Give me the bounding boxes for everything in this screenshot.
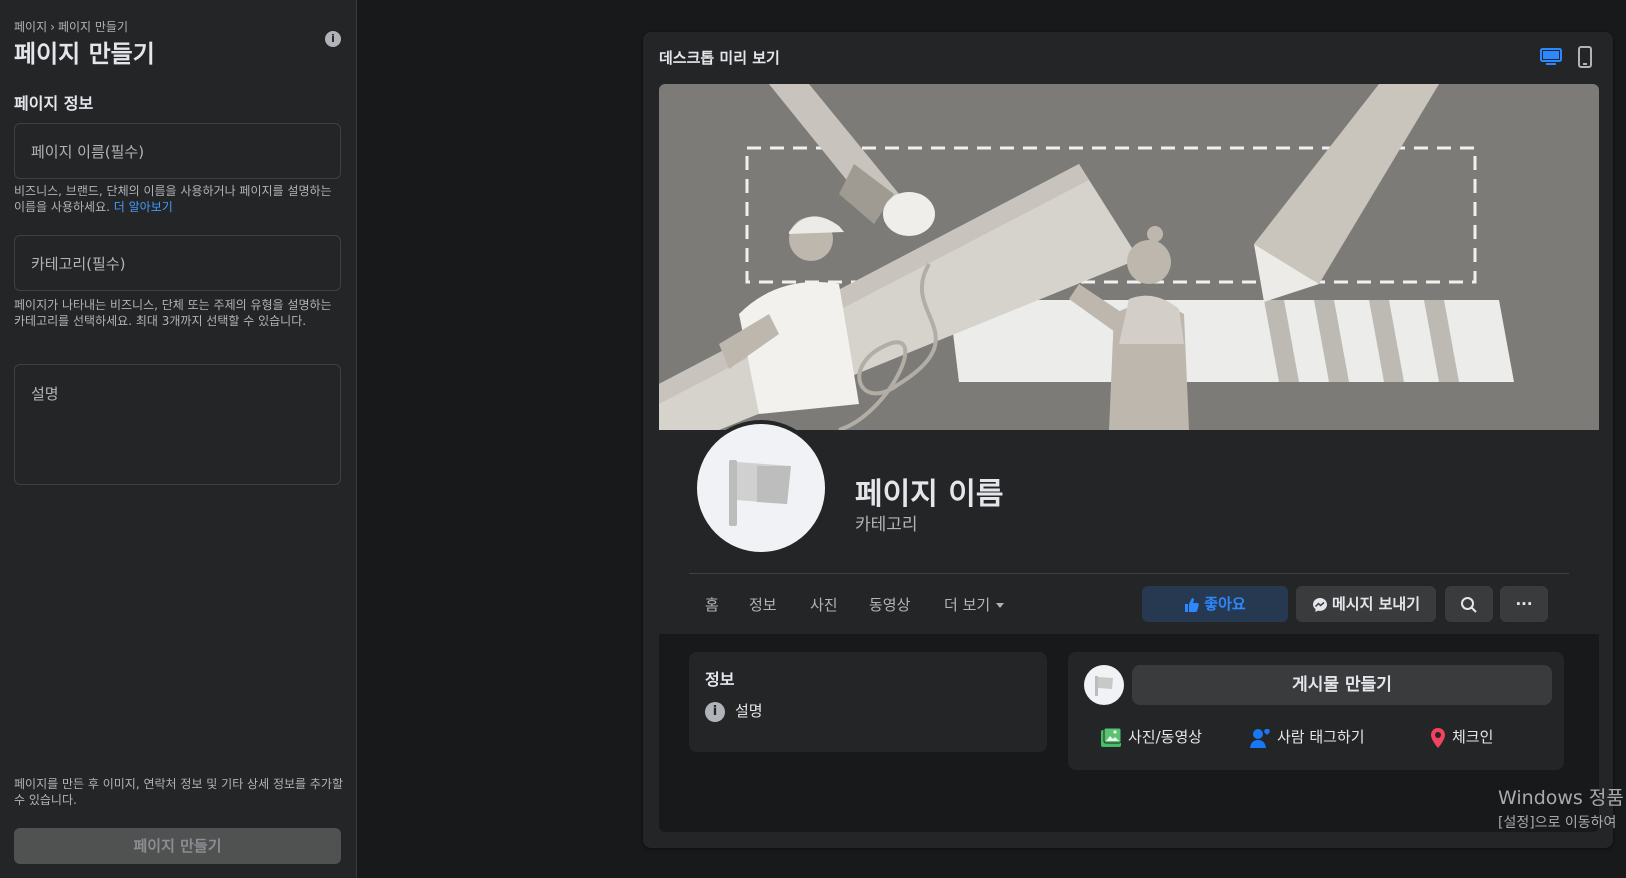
learn-more-link[interactable]: 더 알아보기	[114, 200, 173, 214]
check-in-label: 체크인	[1452, 728, 1494, 746]
footnote: 페이지를 만든 후 이미지, 연락처 정보 및 기타 상세 정보를 추가할 수 …	[14, 777, 344, 807]
breadcrumb: 페이지 › 페이지 만들기	[14, 18, 128, 35]
breadcrumb-current: 페이지 만들기	[57, 20, 128, 34]
search-icon	[1461, 596, 1477, 613]
category-input[interactable]: 카테고리(필수)	[14, 235, 341, 291]
tab-more-label: 더 보기	[944, 596, 991, 614]
tab-videos[interactable]: 동영상	[869, 594, 910, 615]
search-button[interactable]	[1445, 586, 1493, 622]
cover-illustration	[659, 84, 1599, 430]
more-options-button[interactable]: ···	[1500, 586, 1548, 622]
flag-icon	[729, 460, 791, 526]
tab-more[interactable]: 더 보기	[944, 594, 1005, 615]
thumbs-up-icon	[1185, 597, 1199, 612]
info-card: 정보 i 설명	[689, 652, 1047, 752]
check-in-action[interactable]: 체크인	[1430, 726, 1493, 749]
create-page-button[interactable]: 페이지 만들기	[14, 828, 341, 864]
mobile-icon[interactable]	[1578, 46, 1592, 68]
windows-activation-watermark: Windows 정품 [설정]으로 이동하여	[1498, 783, 1624, 832]
location-pin-icon	[1431, 727, 1445, 748]
tag-people-label: 사람 태그하기	[1277, 728, 1365, 746]
desktop-icon[interactable]	[1540, 48, 1562, 66]
page-avatar[interactable]	[693, 420, 829, 556]
page-name: 페이지 이름	[855, 477, 1004, 512]
photo-video-label: 사진/동영상	[1128, 728, 1203, 746]
info-card-title: 정보	[705, 670, 735, 689]
page-category: 카테고리	[855, 515, 918, 535]
tab-photos[interactable]: 사진	[810, 594, 838, 615]
message-label: 메시지 보내기	[1331, 595, 1421, 613]
create-post-button[interactable]: 게시물 만들기	[1132, 665, 1552, 705]
like-button[interactable]: 좋아요	[1142, 586, 1288, 622]
info-circle-icon: i	[705, 701, 725, 722]
info-card-description: 설명	[735, 702, 763, 720]
preview-card: 데스크톱 미리 보기 페이지 이름 카테고리 홈 정보 사진 동영상 더 보기 …	[643, 32, 1613, 848]
profile-area: 페이지 이름 카테고리 홈 정보 사진 동영상 더 보기 좋아요 메시지 보내기	[659, 84, 1599, 634]
category-placeholder: 카테고리(필수)	[31, 255, 126, 273]
tab-about[interactable]: 정보	[749, 594, 777, 615]
page-title: 페이지 만들기	[14, 40, 155, 68]
description-placeholder: 설명	[31, 385, 59, 403]
preview-page: 페이지 이름 카테고리 홈 정보 사진 동영상 더 보기 좋아요 메시지 보내기	[659, 84, 1599, 832]
preview-title: 데스크톱 미리 보기	[659, 49, 780, 67]
page-name-placeholder: 페이지 이름(필수)	[31, 143, 145, 161]
tab-home[interactable]: 홈	[705, 594, 719, 615]
page-name-help: 비즈니스, 브랜드, 단체의 이름을 사용하거나 페이지를 설명하는 이름을 사…	[14, 183, 344, 215]
left-panel: 페이지 › 페이지 만들기 페이지 만들기 i 페이지 정보 페이지 이름(필수) …	[0, 0, 357, 878]
post-avatar	[1084, 665, 1124, 705]
message-button[interactable]: 메시지 보내기	[1296, 586, 1436, 622]
create-post-card: 게시물 만들기 사진/동영상 사람 태그하기 체크인	[1068, 652, 1564, 770]
info-card-row: i 설명	[705, 700, 763, 722]
watermark-line-2: [설정]으로 이동하여	[1498, 815, 1617, 831]
cover-photo	[659, 84, 1599, 430]
messenger-icon	[1312, 597, 1327, 612]
tag-people-action[interactable]: 사람 태그하기	[1249, 726, 1365, 749]
info-icon[interactable]: i	[325, 31, 341, 47]
like-label: 좋아요	[1204, 595, 1246, 613]
divider	[689, 573, 1569, 574]
category-help: 페이지가 나타내는 비즈니스, 단체 또는 주제의 유형을 설명하는 카테고리를…	[14, 298, 332, 328]
tag-people-icon	[1250, 728, 1270, 748]
breadcrumb-pages[interactable]: 페이지	[14, 20, 47, 34]
section-title: 페이지 정보	[14, 94, 94, 113]
page-name-input[interactable]: 페이지 이름(필수)	[14, 123, 341, 179]
flag-icon	[1095, 676, 1113, 696]
description-textarea[interactable]: 설명	[14, 364, 341, 485]
photo-video-icon	[1101, 727, 1122, 747]
caret-down-icon	[996, 603, 1005, 608]
breadcrumb-separator: ›	[50, 20, 55, 34]
watermark-line-1: Windows 정품	[1498, 787, 1624, 809]
more-icon: ···	[1515, 595, 1533, 613]
photo-video-action[interactable]: 사진/동영상	[1100, 726, 1202, 749]
